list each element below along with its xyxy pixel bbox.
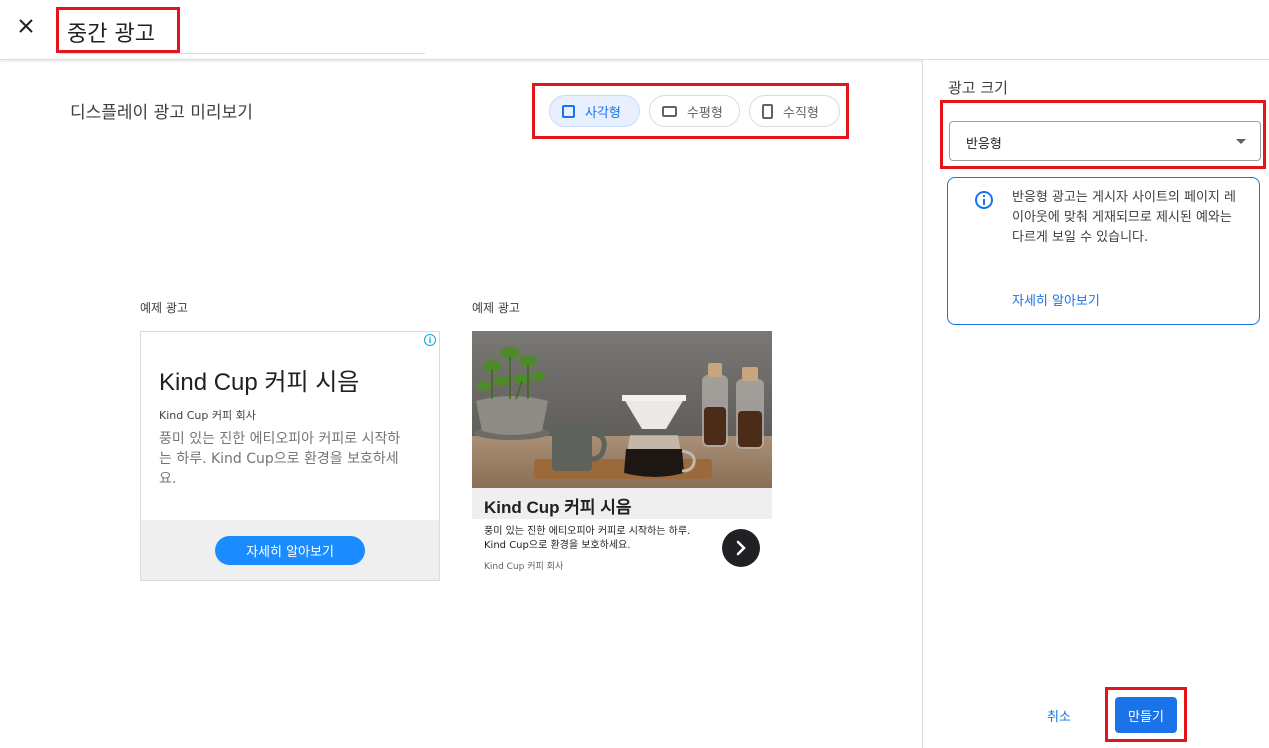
format-chip-label: 수평형	[687, 105, 723, 121]
size-select-highlight-box: 반응형	[940, 100, 1266, 169]
preview-area: 디스플레이 광고 미리보기 사각형 수평형 수직형 예제 광고 예제 광고 i …	[0, 60, 922, 748]
cancel-button[interactable]: 취소	[1036, 700, 1082, 730]
ad-advertiser: Kind Cup 커피 회사	[484, 562, 564, 572]
format-toggle-group: 사각형 수평형 수직형	[532, 83, 849, 139]
notice-text: 반응형 광고는 게시자 사이트의 페이지 레이아웃에 맞춰 게재되므로 제시된 …	[1012, 190, 1236, 245]
header-bar: 중간 광고	[0, 0, 1269, 60]
ad-name-field[interactable]: 중간 광고	[67, 16, 155, 48]
portrait-icon	[762, 103, 773, 119]
sample-ad-label: 예제 광고	[472, 301, 520, 315]
format-chip-square[interactable]: 사각형	[549, 95, 640, 127]
ad-headline: Kind Cup 커피 시음	[484, 498, 632, 517]
ad-description: 풍미 있는 진한 에티오피아 커피로 시작하는 하루. Kind Cup으로 환…	[159, 431, 401, 487]
close-button[interactable]	[12, 12, 40, 40]
ad-size-label: 광고 크기	[948, 79, 1008, 97]
ad-footer: 자세히 알아보기	[141, 520, 439, 580]
create-highlight-box: 만들기	[1105, 687, 1187, 742]
ad-headline: Kind Cup 커피 시음	[159, 369, 360, 396]
landscape-icon	[662, 105, 677, 117]
ad-size-value: 반응형	[966, 137, 1002, 152]
preview-heading: 디스플레이 광고 미리보기	[70, 103, 253, 123]
responsive-notice: 반응형 광고는 게시자 사이트의 페이지 레이아웃에 맞춰 게재되므로 제시된 …	[947, 177, 1260, 325]
settings-sidebar: 광고 크기 반응형 반응형 광고는 게시자 사이트의 페이지 레이아웃에 맞춰 …	[922, 60, 1269, 748]
coffee-pour-over-photo	[472, 331, 772, 488]
ad-headline-bar: Kind Cup 커피 시음	[472, 488, 772, 519]
ad-size-select[interactable]: 반응형	[949, 121, 1261, 161]
ad-next-button[interactable]	[722, 529, 760, 567]
close-icon	[19, 19, 33, 33]
sample-ad-label: 예제 광고	[140, 301, 188, 315]
dropdown-arrow-icon	[1236, 139, 1246, 144]
format-chip-label: 수직형	[783, 105, 819, 121]
ad-choices-icon[interactable]: i	[424, 334, 436, 346]
format-chip-landscape[interactable]: 수평형	[649, 95, 740, 127]
ad-advertiser: Kind Cup 커피 회사	[159, 409, 256, 422]
sample-ad-text[interactable]: i Kind Cup 커피 시음 Kind Cup 커피 회사 풍미 있는 진한…	[140, 331, 440, 581]
square-icon	[562, 104, 575, 118]
info-icon	[975, 191, 993, 209]
format-chip-portrait[interactable]: 수직형	[749, 95, 840, 127]
title-underline	[60, 53, 425, 54]
chevron-right-icon	[736, 540, 746, 556]
title-highlight-box: 중간 광고	[56, 7, 180, 53]
sample-ad-image[interactable]: Kind Cup 커피 시음 풍미 있는 진한 에티오피아 커피로 시작하는 하…	[472, 331, 772, 581]
create-button[interactable]: 만들기	[1115, 697, 1177, 733]
ad-description: 풍미 있는 진한 에티오피아 커피로 시작하는 하루. Kind Cup으로 환…	[484, 526, 691, 551]
learn-more-link[interactable]: 자세히 알아보기	[1012, 290, 1100, 309]
format-chip-label: 사각형	[585, 105, 621, 121]
ad-cta-button[interactable]: 자세히 알아보기	[215, 536, 365, 565]
